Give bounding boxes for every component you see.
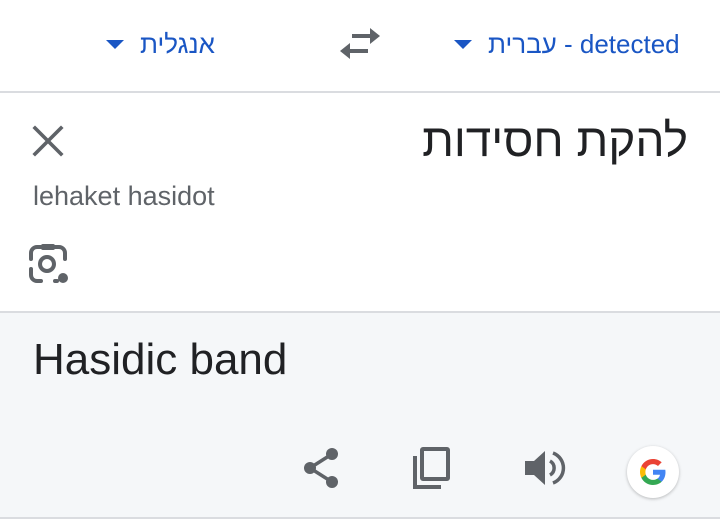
- camera-search-button[interactable]: [27, 243, 69, 285]
- source-text[interactable]: להקת חסידות: [422, 113, 688, 167]
- copy-icon: [413, 447, 450, 489]
- share-button[interactable]: [299, 445, 345, 491]
- share-icon: [304, 448, 338, 488]
- dropdown-caret-icon: [106, 39, 124, 49]
- dropdown-caret-icon: [454, 39, 472, 49]
- target-language-selector[interactable]: אנגלית: [106, 24, 215, 64]
- google-logo-icon: [640, 459, 666, 485]
- camera-lens-icon: [29, 244, 68, 283]
- transliteration-text: lehaket hasidot: [33, 181, 215, 211]
- swap-arrows-icon: [340, 28, 380, 59]
- close-icon: [32, 125, 64, 157]
- speaker-icon: [525, 451, 566, 485]
- source-panel: להקת חסידות lehaket hasidot: [0, 93, 720, 313]
- target-language-label: אנגלית: [140, 28, 215, 59]
- language-bar: אנגלית עברית - detected: [0, 0, 720, 93]
- translation-result: Hasidic band: [33, 335, 288, 384]
- swap-languages-button[interactable]: [338, 25, 382, 63]
- source-language-label: עברית - detected: [488, 28, 680, 59]
- copy-button[interactable]: [409, 445, 455, 491]
- clear-text-button[interactable]: [28, 121, 68, 161]
- result-panel: Hasidic band: [0, 313, 720, 519]
- listen-button[interactable]: [521, 445, 567, 491]
- google-search-button[interactable]: [627, 446, 679, 498]
- source-language-selector[interactable]: עברית - detected: [454, 24, 680, 64]
